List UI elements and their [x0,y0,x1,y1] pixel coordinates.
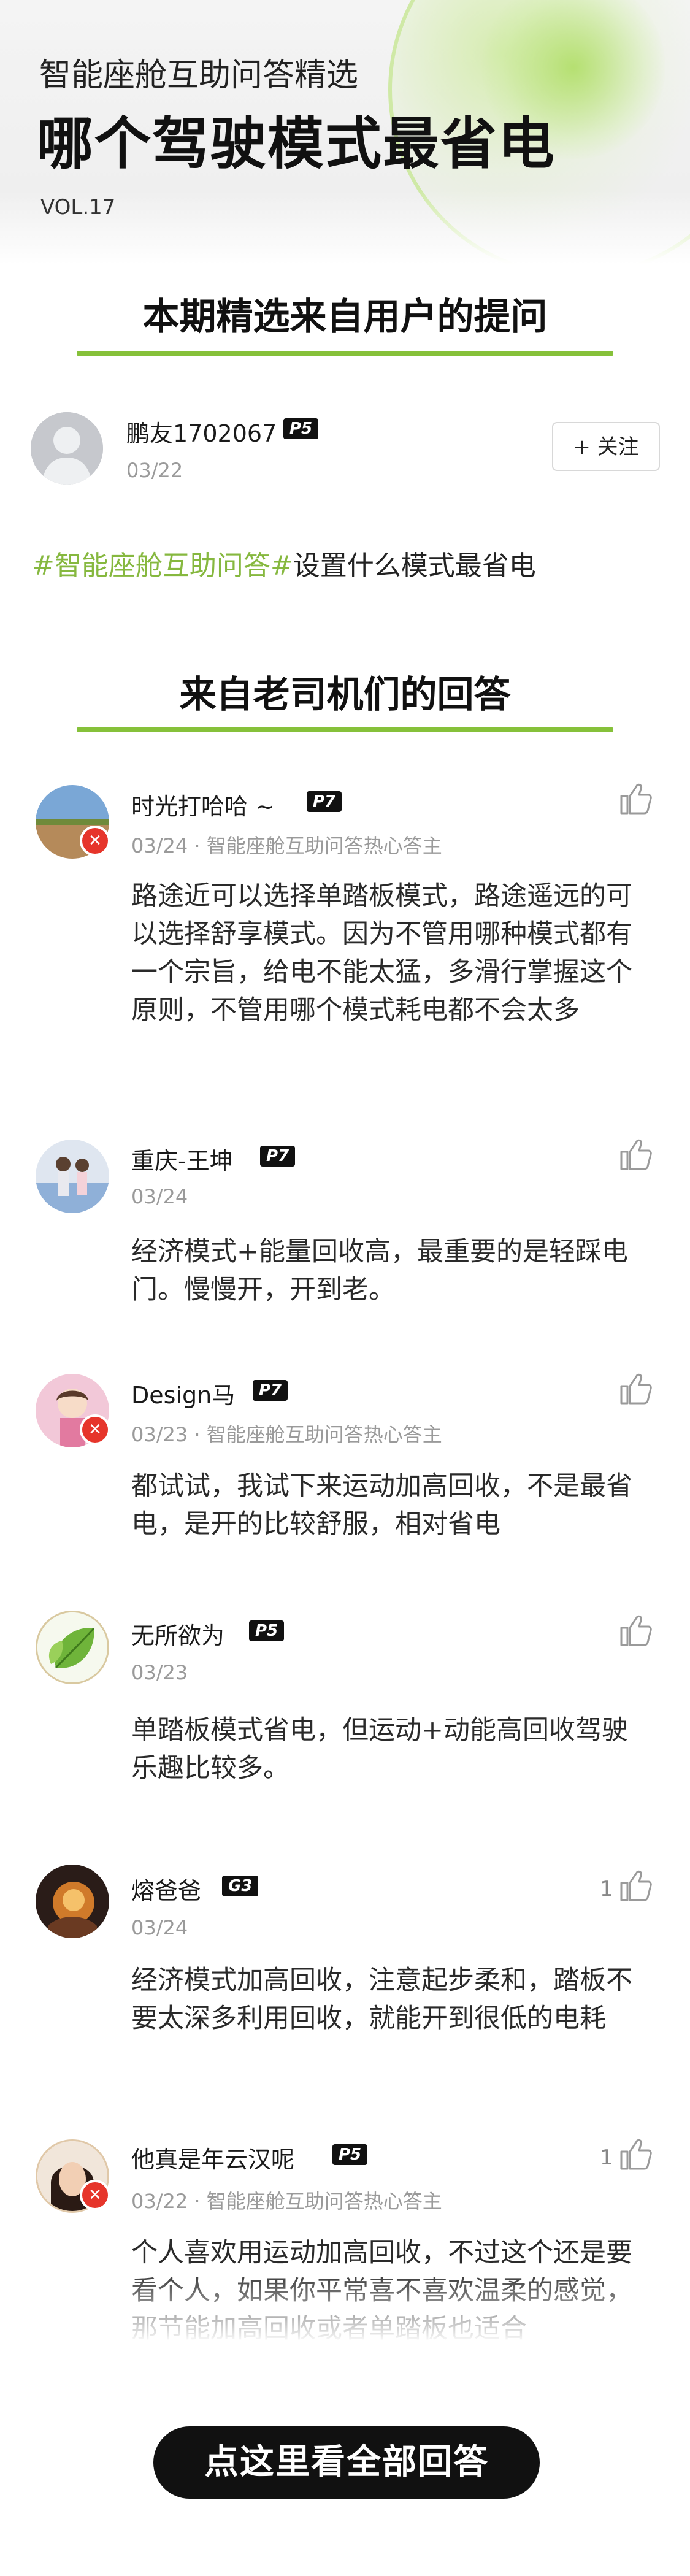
header-subtitle: 智能座舱互助问答精选 [39,57,359,94]
question-date: 03/22 [126,459,183,482]
avatar[interactable] [36,1865,109,1938]
thumbs-up-icon[interactable] [616,1612,653,1649]
answer-meta: 03/23 [131,1661,188,1684]
level-badge: P5 [332,2144,368,2165]
section-underline [77,727,613,732]
header-banner: 智能座舱互助问答精选 哪个驾驶模式最省电 VOL.17 [0,0,690,264]
answer-meta: 03/24 [131,1185,188,1208]
question-section-title: 本期精选来自用户的提问 [142,296,548,339]
level-badge: G3 [222,1876,259,1896]
like-count: 1 [600,2145,613,2170]
answer-meta: 03/23 · 智能座舱互助问答热心答主 [131,1423,442,1446]
close-icon: ✕ [80,1414,110,1445]
asker-name[interactable]: 鹏友1702067 [126,415,277,448]
default-user-icon [31,412,103,485]
answerer-name[interactable]: 他真是年云汉呢 [131,2141,294,2174]
answer-section-title: 来自老司机们的回答 [179,673,511,716]
answer-meta: 03/22 · 智能座舱互助问答热心答主 [131,2190,442,2213]
thumbs-up-icon[interactable] [616,2136,653,2172]
answerer-name[interactable]: 无所欲为 [131,1617,224,1650]
avatar[interactable] [36,1140,109,1213]
volume-label: VOL.17 [40,195,116,220]
level-badge: P7 [253,1380,288,1401]
section-underline [77,351,613,356]
close-icon: ✕ [80,826,110,856]
view-all-answers-button[interactable]: 点这里看全部回答 [153,2426,540,2499]
answerer-name[interactable]: 熔爸爸 [131,1872,201,1906]
answerer-name[interactable]: 时光打哈哈 ~ [131,788,275,821]
thumbs-up-icon[interactable] [616,1370,653,1407]
follow-button[interactable]: + 关注 [552,422,660,471]
thumbs-up-icon[interactable] [616,1867,653,1904]
avatar[interactable] [36,1611,109,1684]
asker-avatar[interactable] [31,412,103,485]
level-badge: P7 [307,791,342,812]
question-topic: #智能座舱互助问答#设置什么模式最省电 [32,543,536,583]
level-badge: P5 [249,1620,285,1641]
answer-meta: 03/24 · 智能座舱互助问答热心答主 [131,834,442,857]
content-fade [0,2269,690,2367]
answer-text: 单踏板模式省电，但运动+动能高回收驾驶乐趣比较多。 [131,1715,629,1784]
answerer-name[interactable]: 重庆-王坤 [131,1142,233,1176]
thumbs-up-icon[interactable] [616,1136,653,1173]
question-text: 设置什么模式最省电 [293,550,536,581]
answer-text: 都试试，我试下来运动加高回收，不是最省电，是开的比较舒服，相对省电 [131,1471,632,1539]
level-badge: P5 [283,418,319,439]
like-count: 1 [600,1877,613,1901]
answerer-name[interactable]: Design马 [131,1376,235,1410]
level-badge: P7 [260,1146,296,1167]
close-icon: ✕ [80,2180,110,2210]
page-title: 哪个驾驶模式最省电 [37,111,556,177]
topic-hashtag[interactable]: #智能座舱互助问答# [32,550,293,581]
answer-text: 经济模式+能量回收高，最重要的是轻踩电门。慢慢开，开到老。 [131,1236,629,1305]
answer-text: 经济模式加高回收，注意起步柔和，踏板不要太深多利用回收，就能开到很低的电耗 [131,1965,632,2034]
answer-meta: 03/24 [131,1916,188,1939]
answer-text: 路途近可以选择单踏板模式，路途遥远的可以选择舒享模式。因为不管用哪种模式都有一个… [131,881,632,1025]
thumbs-up-icon[interactable] [616,780,653,817]
